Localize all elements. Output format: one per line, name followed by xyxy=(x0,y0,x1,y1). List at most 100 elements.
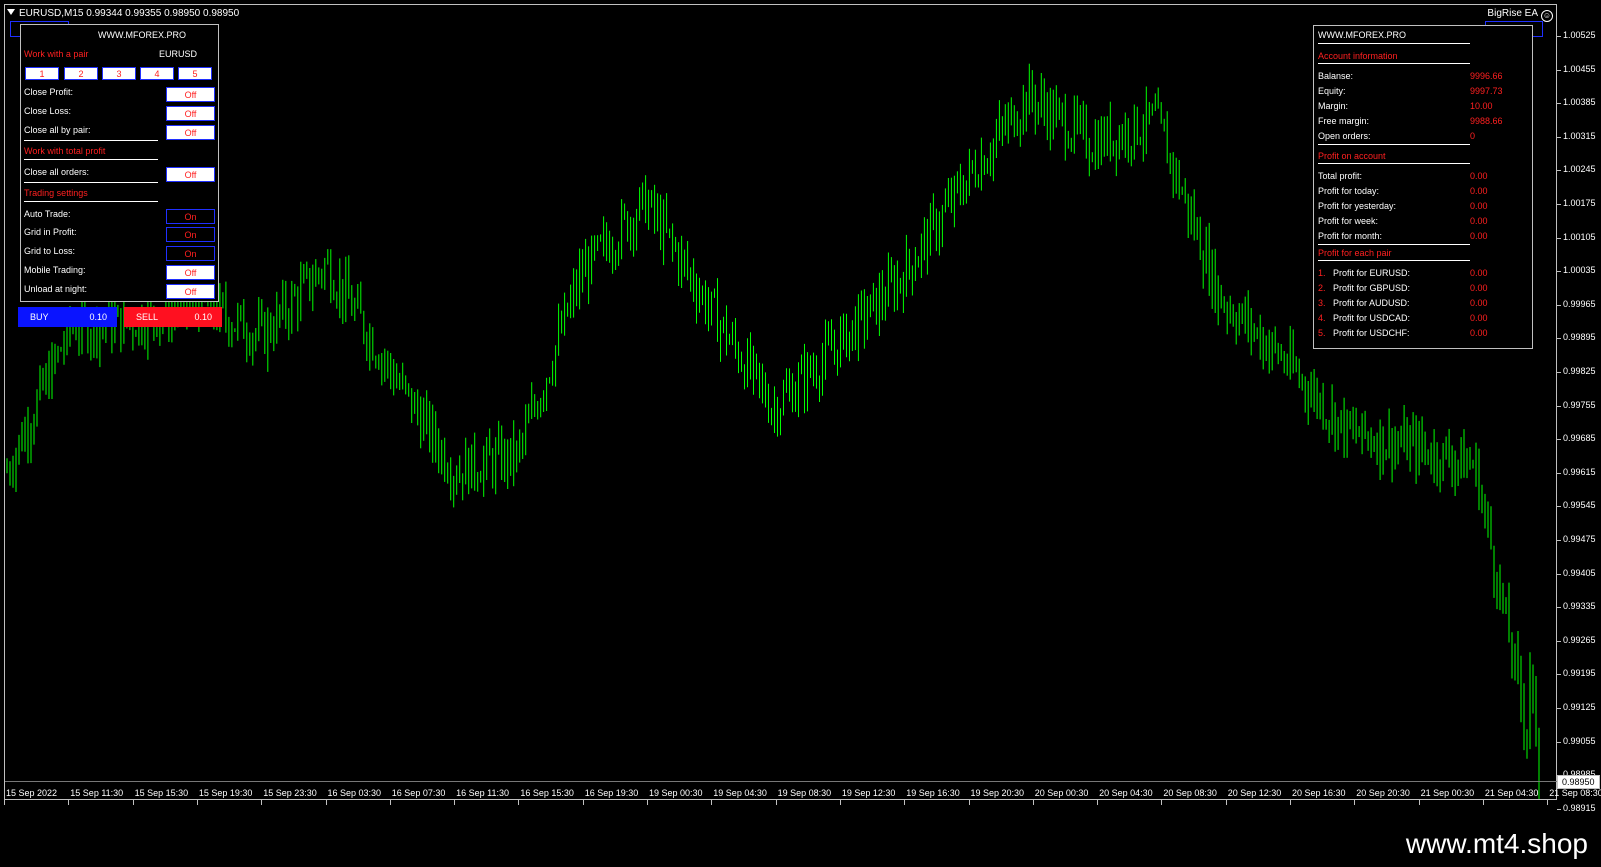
profit-yesterday-label: Profit for yesterday: xyxy=(1318,201,1397,211)
time-tick xyxy=(132,800,134,805)
pair-button-4[interactable]: 4 xyxy=(140,67,174,80)
price-tick xyxy=(1557,338,1561,340)
sell-volume: 0.10 xyxy=(194,312,212,322)
time-tick xyxy=(1482,800,1484,805)
divider xyxy=(24,182,158,183)
grid-in-profit-toggle[interactable]: On xyxy=(166,227,215,242)
pair-button-2[interactable]: 2 xyxy=(64,67,98,80)
grid-in-profit-label: Grid in Profit: xyxy=(24,227,77,237)
pair-profit-value: 0.00 xyxy=(1470,268,1488,278)
pair-profit-label: Profit for GBPUSD: xyxy=(1333,283,1411,293)
time-label: 19 Sep 20:30 xyxy=(970,788,1025,798)
pair-button-3[interactable]: 3 xyxy=(102,67,136,80)
watermark: www.mt4.shop xyxy=(1405,828,1588,859)
time-label: 20 Sep 12:30 xyxy=(1227,788,1282,798)
trading-settings-heading: Trading settings xyxy=(24,188,88,198)
pair-index: 4. xyxy=(1318,313,1326,323)
close-profit-label: Close Profit: xyxy=(24,87,74,97)
price-label: 0.99545 xyxy=(1563,500,1596,511)
price-tick xyxy=(1557,372,1561,373)
time-tick xyxy=(647,800,648,805)
balance-label: Balanse: xyxy=(1318,71,1354,81)
total-profit-label: Total profit: xyxy=(1318,171,1363,181)
time-tick xyxy=(4,800,5,805)
pair-profit-label: Profit for USDCHF: xyxy=(1333,328,1410,338)
time-label: 15 Sep 15:30 xyxy=(134,788,189,798)
profit-each-pair-heading: Profit for each pair xyxy=(1318,248,1392,258)
time-tick xyxy=(261,800,263,805)
price-label: 0.99125 xyxy=(1563,702,1596,712)
equity-label: Equity: xyxy=(1318,86,1346,96)
buy-button[interactable]: BUY 0.10 xyxy=(18,307,117,327)
price-tick xyxy=(1557,607,1561,609)
grid-to-loss-toggle[interactable]: On xyxy=(166,246,215,261)
chart-window[interactable]: EURUSD,M15 0.99344 0.99355 0.98950 0.989… xyxy=(0,0,1601,822)
time-tick xyxy=(68,800,70,805)
buy-volume: 0.10 xyxy=(89,312,107,322)
unload-at-night-toggle[interactable]: Off xyxy=(166,284,215,299)
equity-value: 9997.73 xyxy=(1470,86,1503,96)
pair-profit-label: Profit for AUDUSD: xyxy=(1333,298,1410,308)
price-tick xyxy=(1557,708,1561,709)
profit-month-value: 0.00 xyxy=(1470,231,1488,241)
profit-today-label: Profit for today: xyxy=(1318,186,1380,196)
price-label: 0.99965 xyxy=(1563,298,1596,309)
profit-week-value: 0.00 xyxy=(1470,216,1488,226)
close-all-orders-label: Close all orders: xyxy=(24,167,90,177)
auto-trade-toggle[interactable]: On xyxy=(166,209,215,224)
work-total-profit-heading: Work with total profit xyxy=(24,146,106,156)
ea-name: BigRise EA ☺ xyxy=(1487,8,1553,22)
sell-label: SELL xyxy=(136,312,159,322)
trade-panel: WWW.MFOREX.PRO Work with a pair EURUSD 1… xyxy=(20,24,219,302)
price-label: 1.00035 xyxy=(1563,265,1596,276)
price-label: 0.99265 xyxy=(1563,634,1596,645)
price-label: 1.00385 xyxy=(1563,97,1596,108)
time-label: 15 Sep 11:30 xyxy=(70,788,124,798)
time-tick xyxy=(904,800,906,805)
panel-url: WWW.MFOREX.PRO xyxy=(1318,30,1406,40)
pair-index: 5. xyxy=(1318,328,1326,338)
price-tick xyxy=(1557,204,1561,205)
time-label: 16 Sep 19:30 xyxy=(584,788,639,798)
price-tick xyxy=(1557,103,1561,105)
balance-value: 9996.66 xyxy=(1470,71,1503,81)
grid-to-loss-label: Grid to Loss: xyxy=(24,246,76,256)
price-label: 0.99335 xyxy=(1563,601,1596,612)
pair-button-5[interactable]: 5 xyxy=(178,67,212,80)
divider xyxy=(24,201,158,202)
sell-button[interactable]: SELL 0.10 xyxy=(124,307,222,327)
divider xyxy=(1318,260,1470,261)
time-label: 16 Sep 03:30 xyxy=(327,788,382,798)
close-profit-toggle[interactable]: Off xyxy=(166,87,215,102)
pair-profit-label: Profit for USDCAD: xyxy=(1333,313,1411,323)
close-loss-toggle[interactable]: Off xyxy=(166,106,215,121)
mobile-trading-toggle[interactable]: Off xyxy=(166,265,215,280)
time-tick xyxy=(518,800,520,805)
price-label: 1.00105 xyxy=(1563,231,1596,242)
dropdown-triangle-icon[interactable] xyxy=(7,9,15,15)
pair-button-1[interactable]: 1 xyxy=(25,67,59,80)
profit-month-label: Profit for month: xyxy=(1318,231,1383,241)
time-label: 21 Sep 04:30 xyxy=(1484,788,1539,798)
price-tick xyxy=(1557,472,1561,474)
time-tick xyxy=(1354,800,1356,805)
price-tick xyxy=(1557,741,1561,743)
time-tick xyxy=(389,800,391,805)
price-label: 0.99755 xyxy=(1563,399,1596,410)
open-orders-label: Open orders: xyxy=(1318,131,1371,141)
price-label: 0.99615 xyxy=(1563,466,1596,477)
price-label: 1.00175 xyxy=(1563,198,1596,208)
time-label: 20 Sep 16:30 xyxy=(1292,788,1346,798)
pair-index: 1. xyxy=(1318,268,1326,278)
pair-profit-value: 0.00 xyxy=(1470,313,1488,323)
panel-url: WWW.MFOREX.PRO xyxy=(98,30,186,40)
pair-profit-value: 0.00 xyxy=(1470,298,1488,308)
price-tick xyxy=(1557,69,1561,71)
time-label: 20 Sep 04:30 xyxy=(1099,788,1153,798)
close-all-orders-toggle[interactable]: Off xyxy=(166,167,215,182)
close-all-by-pair-toggle[interactable]: Off xyxy=(166,125,215,140)
divider xyxy=(1318,163,1470,164)
auto-trade-label: Auto Trade: xyxy=(24,209,71,219)
time-label: 19 Sep 16:30 xyxy=(906,788,960,798)
time-label: 16 Sep 11:30 xyxy=(456,788,509,798)
